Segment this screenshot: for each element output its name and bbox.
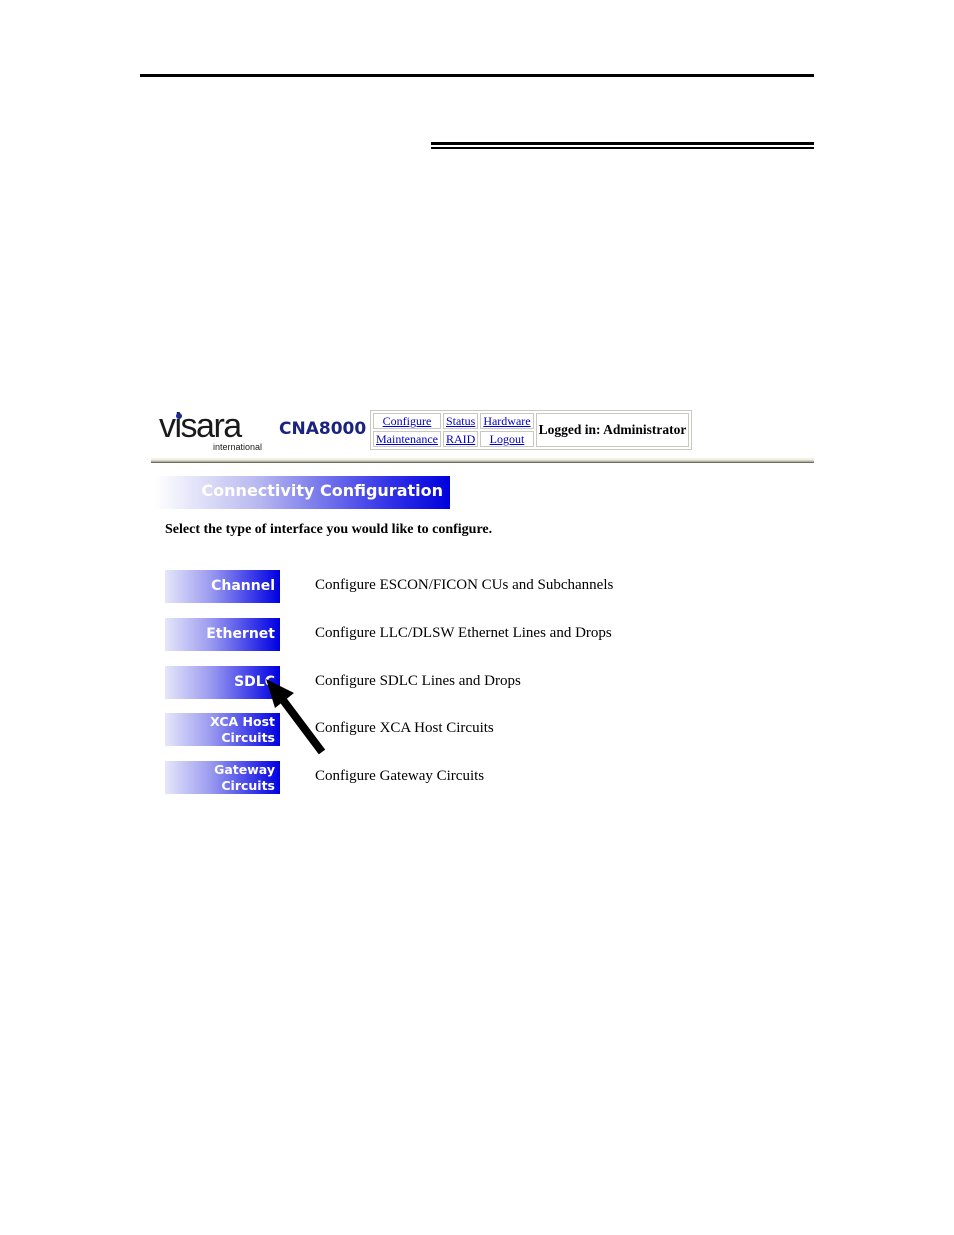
- nav-cell: Configure: [373, 413, 441, 429]
- button-label-line: Circuits: [221, 730, 275, 745]
- option-description: Configure ESCON/FICON CUs and Subchannel…: [315, 577, 614, 593]
- button-label: Gateway Circuits: [214, 762, 275, 794]
- option-row-gateway-circuits: Gateway Circuits Configure Gateway Circui…: [165, 761, 645, 794]
- button-label-line: XCA Host: [210, 714, 275, 729]
- option-description: Configure Gateway Circuits: [315, 768, 485, 784]
- section-double-rule: [431, 142, 814, 149]
- option-description: Configure LLC/DLSW Ethernet Lines and Dr…: [315, 625, 612, 641]
- nav-cell: RAID: [442, 431, 479, 447]
- option-description: Configure SDLC Lines and Drops: [315, 673, 521, 689]
- button-label: XCA Host Circuits: [210, 714, 275, 746]
- nav-cell: Maintenance: [373, 431, 441, 447]
- logo-subtext: international: [212, 442, 262, 452]
- option-row-ethernet: Ethernet Configure LLC/DLSW Ethernet Lin…: [165, 618, 645, 651]
- option-description: Configure XCA Host Circuits: [315, 720, 494, 736]
- nav-cell: Hardware: [480, 413, 534, 429]
- logo-text: visara: [159, 407, 242, 445]
- ethernet-button[interactable]: Ethernet: [165, 618, 280, 651]
- button-label: Ethernet: [206, 626, 275, 642]
- gateway-circuits-button[interactable]: Gateway Circuits: [165, 761, 280, 794]
- nav-link-raid[interactable]: RAID: [446, 432, 475, 446]
- nav-link-logout[interactable]: Logout: [490, 432, 525, 446]
- button-label-line: Gateway: [214, 762, 275, 777]
- xca-host-circuits-button[interactable]: XCA Host Circuits: [165, 713, 280, 746]
- button-label-line: Circuits: [221, 778, 275, 793]
- nav-link-hardware[interactable]: Hardware: [483, 414, 530, 428]
- product-name: CNA8000: [279, 419, 367, 439]
- instruction-text: Select the type of interface you would l…: [165, 522, 493, 537]
- button-label: SDLC: [234, 674, 275, 690]
- visara-logo: visara international: [159, 407, 263, 452]
- nav-table: Configure Status Hardware Logged in: Adm…: [370, 410, 693, 450]
- option-row-sdlc: SDLC Configure SDLC Lines and Drops: [165, 666, 645, 699]
- nav-link-configure[interactable]: Configure: [383, 414, 432, 428]
- page-title-banner: Connectivity Configuration: [155, 476, 450, 509]
- option-row-channel: Channel Configure ESCON/FICON CUs and Su…: [165, 570, 645, 603]
- rule-line: [431, 142, 814, 145]
- nav-link-maintenance[interactable]: Maintenance: [376, 432, 438, 446]
- nav-cell: Logout: [480, 431, 534, 447]
- button-label: Channel: [211, 578, 275, 594]
- embedded-screenshot: visara international CNA8000 Configure S…: [150, 405, 814, 805]
- sdlc-button[interactable]: SDLC: [165, 666, 280, 699]
- top-rule: [140, 74, 814, 77]
- option-row-xca-host-circuits: XCA Host Circuits Configure XCA Host Circ…: [165, 713, 645, 746]
- nav-link-status[interactable]: Status: [446, 414, 475, 428]
- header-separator: [151, 458, 814, 463]
- logo-dot-icon: [176, 413, 182, 419]
- login-status: Logged in: Administrator: [535, 413, 690, 447]
- page-title: Connectivity Configuration: [201, 481, 443, 500]
- channel-button[interactable]: Channel: [165, 570, 280, 603]
- rule-line: [431, 147, 814, 149]
- nav-cell: Status: [442, 413, 479, 429]
